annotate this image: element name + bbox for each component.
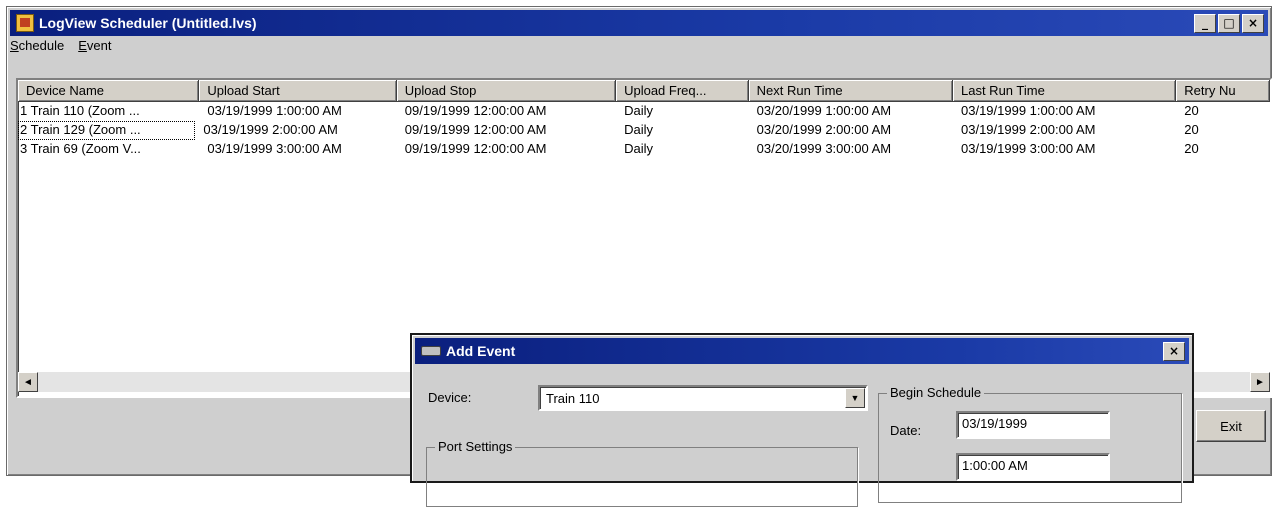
window-controls: _ □ × [1194, 13, 1264, 33]
cell-next-run: 03/20/1999 1:00:00 AM [756, 103, 892, 118]
cell-upload-stop: 09/19/1999 12:00:00 AM [404, 122, 547, 137]
scroll-left-button[interactable]: ◄ [18, 372, 38, 392]
scroll-right-button[interactable]: ► [1250, 372, 1270, 392]
device-value: Train 110 [546, 391, 600, 406]
cell-last-run: 03/19/1999 2:00:00 AM [961, 122, 1096, 137]
cell-upload-freq: Daily [624, 122, 653, 137]
cell-upload-stop: 09/19/1999 12:00:00 AM [404, 103, 547, 118]
column-device-name[interactable]: Device Name [18, 80, 200, 102]
begin-schedule-group: Begin Schedule [878, 385, 1182, 503]
dialog-close-button[interactable]: × [1163, 341, 1185, 361]
cell-upload-start: 03/19/1999 3:00:00 AM [207, 141, 342, 156]
cell-retry: 20 [1184, 141, 1199, 156]
window-title: LogView Scheduler (Untitled.lvs) [39, 15, 257, 31]
close-button[interactable]: × [1242, 13, 1264, 33]
column-next-run-time[interactable]: Next Run Time [748, 80, 953, 102]
column-last-run-time[interactable]: Last Run Time [953, 80, 1177, 102]
table-row[interactable]: 3 Train 69 (Zoom V... 03/19/1999 3:00:00… [18, 140, 1270, 159]
cell-upload-start: 03/19/1999 2:00:00 AM [203, 122, 338, 137]
menu-bar: Schedule Event [10, 34, 111, 56]
title-bar[interactable]: LogView Scheduler (Untitled.lvs) _ □ × [10, 10, 1268, 36]
column-upload-stop[interactable]: Upload Stop [396, 80, 617, 102]
column-retry-number[interactable]: Retry Nu [1176, 80, 1270, 102]
chevron-down-icon[interactable]: ▼ [845, 388, 865, 408]
cell-device: 1 Train 110 (Zoom ... [20, 103, 140, 118]
column-upload-freq[interactable]: Upload Freq... [616, 80, 749, 102]
port-settings-label: Port Settings [435, 439, 516, 454]
table-row[interactable]: 1 Train 110 (Zoom ... 03/19/1999 1:00:00… [18, 102, 1270, 121]
cell-upload-start: 03/19/1999 1:00:00 AM [207, 103, 342, 118]
port-settings-group: Port Settings [426, 439, 858, 507]
time-field[interactable]: 1:00:00 AM [956, 453, 1110, 481]
maximize-button[interactable]: □ [1218, 13, 1240, 33]
exit-button[interactable]: Exit [1196, 410, 1266, 442]
add-event-dialog: Add Event × Device: Train 110 ▼ Port Set… [410, 333, 1194, 507]
app-icon[interactable] [16, 14, 34, 32]
minimize-button[interactable]: _ [1194, 13, 1216, 33]
device-label: Device: [428, 390, 472, 405]
cell-upload-freq: Daily [624, 103, 653, 118]
cell-upload-freq: Daily [624, 141, 653, 156]
date-value: 03/19/1999 [962, 416, 1028, 431]
dialog-icon [421, 346, 441, 356]
menu-event[interactable]: Event [78, 38, 111, 53]
cell-retry: 20 [1184, 103, 1199, 118]
cell-retry: 20 [1184, 122, 1199, 137]
menu-schedule[interactable]: Schedule [10, 38, 64, 53]
dialog-title-bar[interactable]: Add Event × [415, 338, 1189, 364]
column-upload-start[interactable]: Upload Start [199, 80, 397, 102]
time-value: 1:00:00 AM [962, 458, 1028, 473]
device-combobox[interactable]: Train 110 ▼ [538, 385, 868, 411]
cell-next-run: 03/20/1999 2:00:00 AM [756, 122, 892, 137]
begin-schedule-label: Begin Schedule [887, 385, 985, 400]
cell-upload-stop: 09/19/1999 12:00:00 AM [404, 141, 547, 156]
table-row[interactable]: 2 Train 129 (Zoom ... 03/19/1999 2:00:00… [18, 121, 1270, 140]
date-field[interactable]: 03/19/1999 [956, 411, 1110, 439]
cell-last-run: 03/19/1999 3:00:00 AM [961, 141, 1096, 156]
date-label: Date: [890, 423, 922, 438]
cell-device: 2 Train 129 (Zoom ... [18, 121, 196, 140]
cell-device: 3 Train 69 (Zoom V... [20, 141, 141, 156]
list-header: Device Name Upload Start Upload Stop Upl… [18, 80, 1270, 102]
cell-next-run: 03/20/1999 3:00:00 AM [756, 141, 892, 156]
cell-last-run: 03/19/1999 1:00:00 AM [961, 103, 1096, 118]
dialog-title: Add Event [446, 343, 516, 359]
